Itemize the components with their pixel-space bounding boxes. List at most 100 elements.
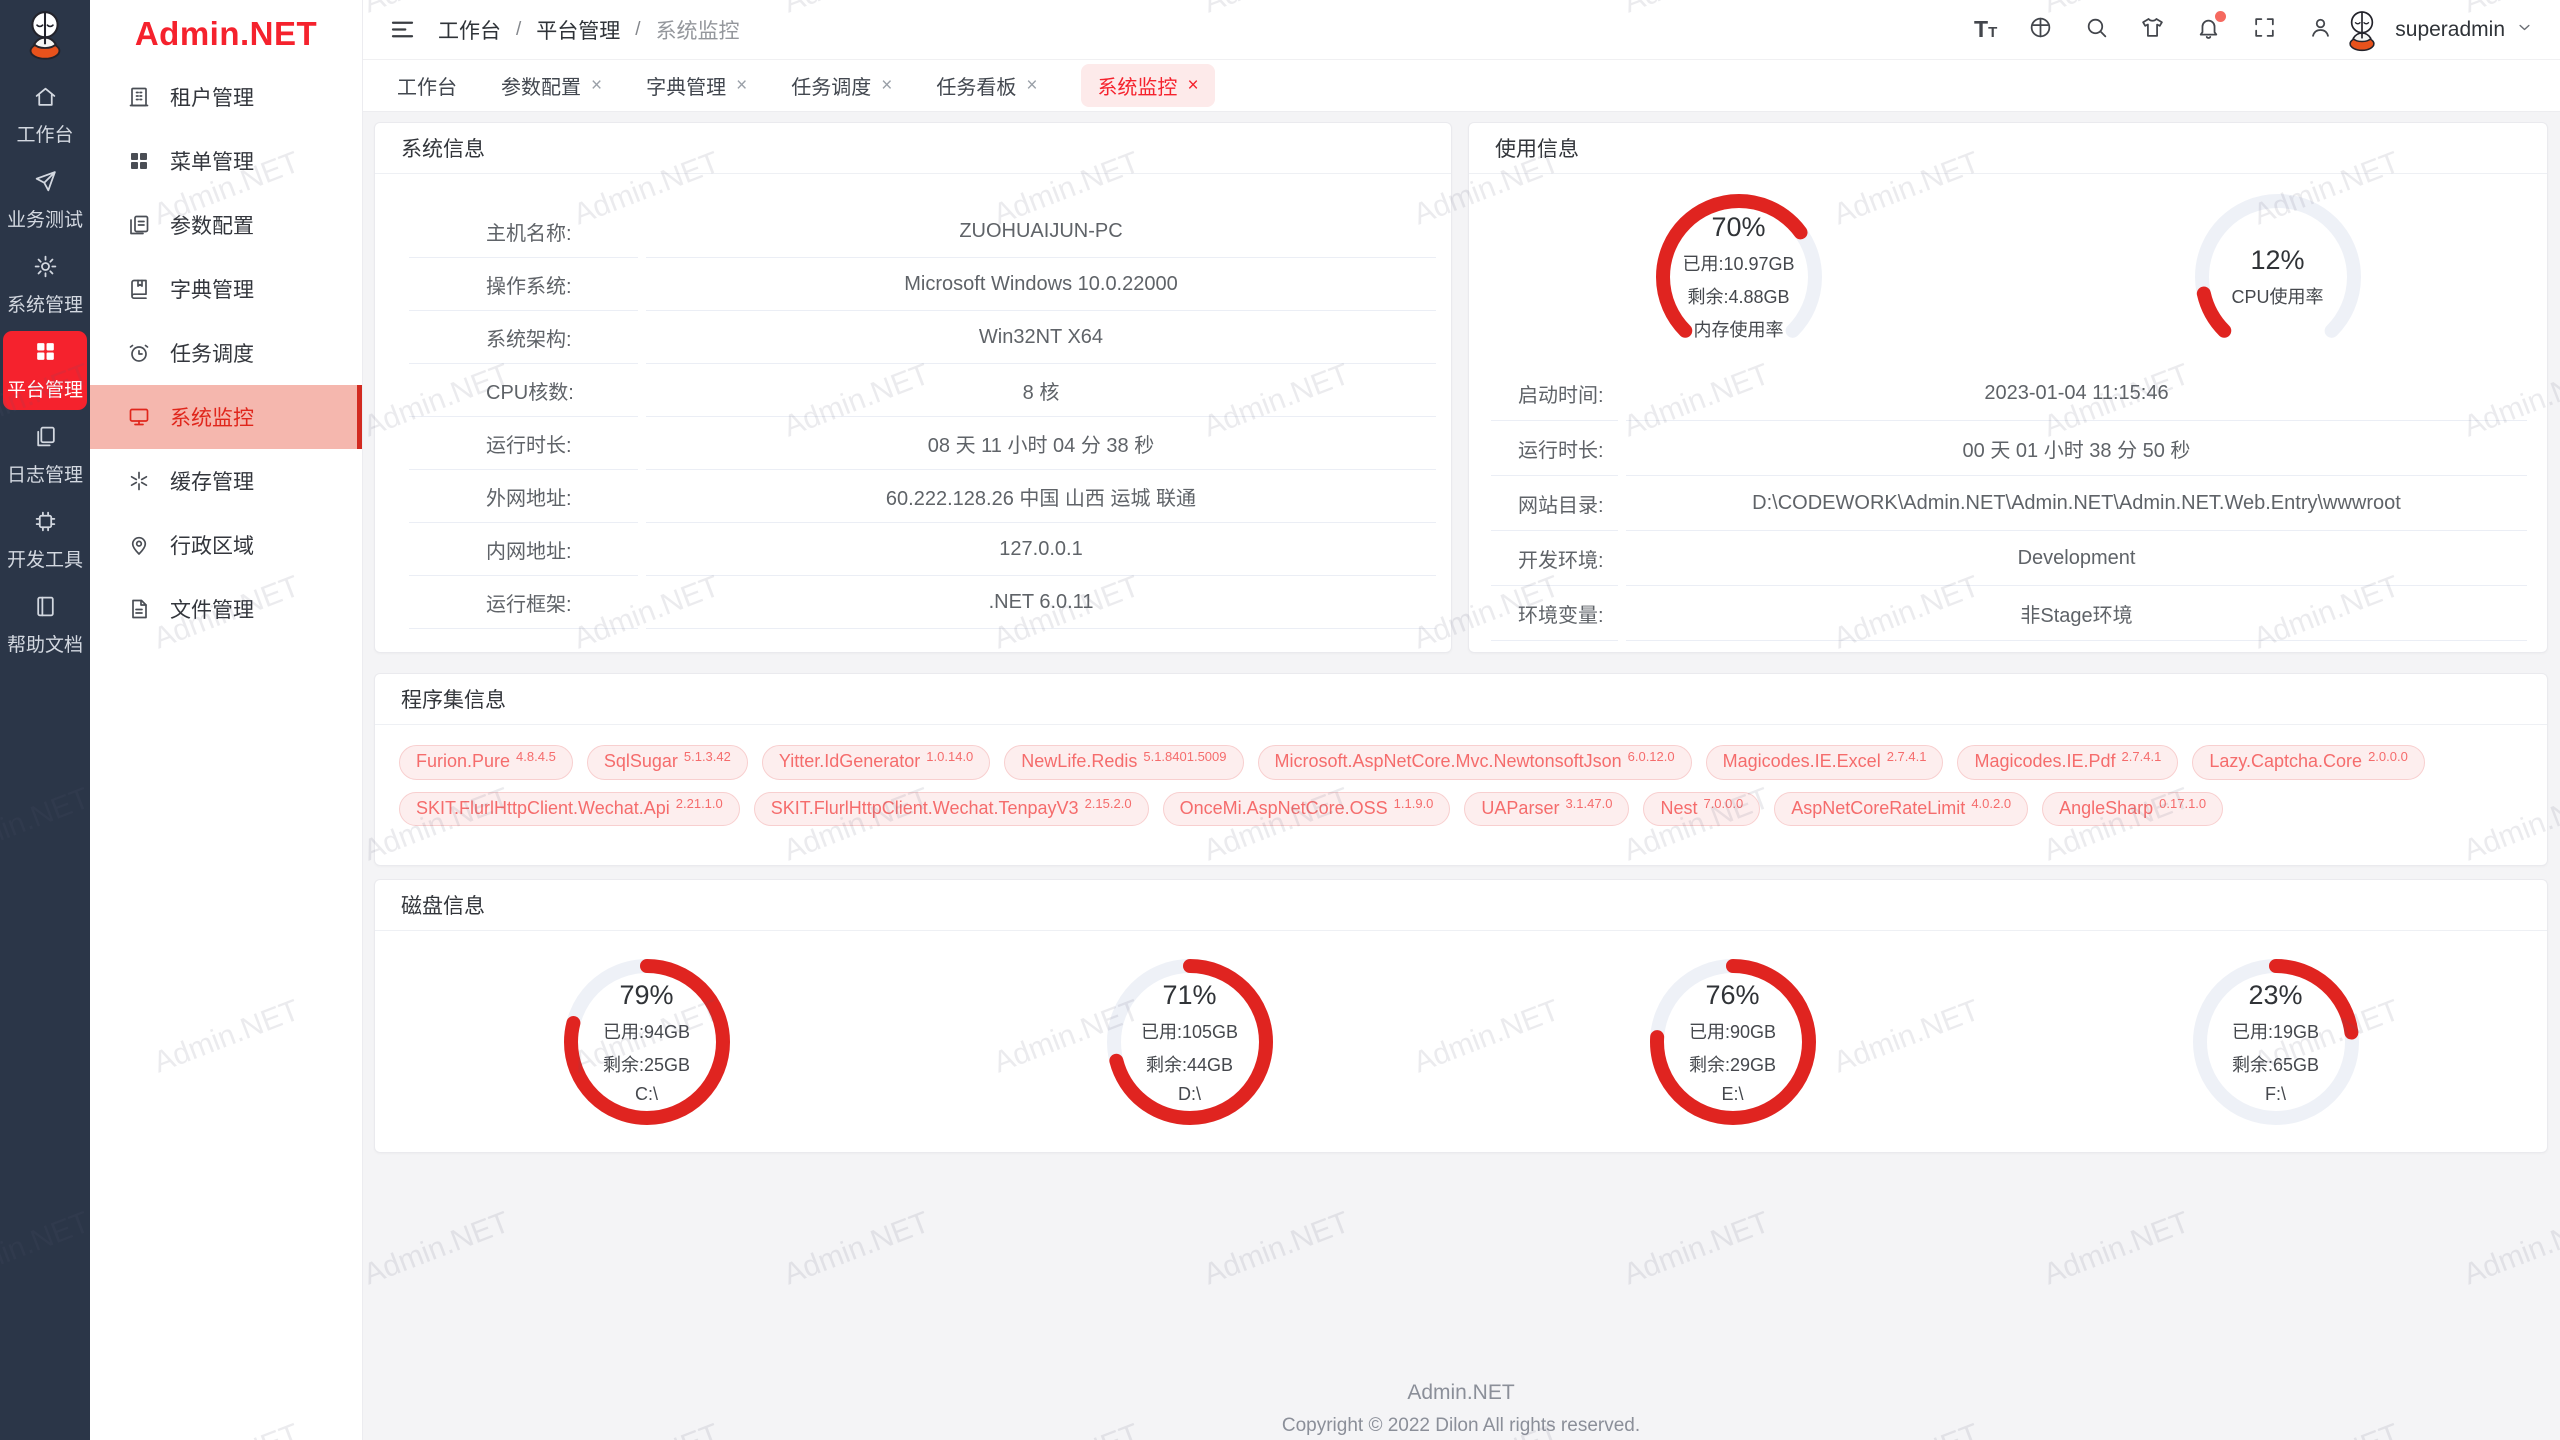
user-dropdown[interactable]: superadmin [2339,7,2534,53]
sidebar-item-tenant[interactable]: 租户管理 [90,65,362,129]
package-version: 2.15.2.0 [1085,796,1132,812]
info-label: 网站目录: [1491,476,1618,531]
package-tag: Nest 7.0.0.0 [1643,792,1760,827]
info-row: 内网地址: 127.0.0.1 [409,523,1436,576]
tab-schedule[interactable]: 任务调度 × [791,64,892,107]
config-icon [127,213,151,237]
chip-icon [33,509,58,540]
rail-item-platform-mgmt[interactable]: 平台管理 [3,331,87,410]
info-value: ZUOHUAIJUN-PC [646,205,1436,258]
home-icon [33,84,58,115]
donut-center-text: 23%已用:19GB剩余:65GBF:\ [2190,956,2362,1128]
package-version: 5.1.3.42 [684,749,731,765]
info-value: 8 核 [646,364,1436,417]
close-icon[interactable]: × [881,76,892,95]
app-root: 工作台 业务测试 系统管理 平台管理 日志管理 开发工具 帮助文档 Admin.… [0,0,2560,1440]
package-name: Nest [1660,798,1697,820]
close-icon[interactable]: × [1187,76,1198,95]
search-button[interactable] [2084,15,2109,45]
package-name: Magicodes.IE.Pdf [1974,751,2115,773]
rail-item-label: 业务测试 [7,205,83,232]
sidebar-item-label: 租户管理 [170,82,254,112]
sidebar-item-cache[interactable]: 缓存管理 [90,449,362,513]
user-avatar[interactable] [2339,7,2385,53]
package-version: 4.0.2.0 [1971,796,2011,812]
package-version: 4.8.4.5 [516,749,556,765]
info-row: 系统架构: Win32NT X64 [409,311,1436,364]
tab-label: 字典管理 [646,71,726,100]
sidebar-item-region[interactable]: 行政区域 [90,513,362,577]
sidebar-item-label: 任务调度 [170,338,254,368]
sidebar-item-file[interactable]: 文件管理 [90,577,362,641]
close-icon[interactable]: × [1026,76,1037,95]
info-value: 2023-01-04 11:15:46 [1626,366,2527,421]
rail-item-label: 开发工具 [7,545,83,572]
fullscreen-button[interactable] [2252,15,2277,45]
rail-item-dev-tools[interactable]: 开发工具 [3,501,87,580]
sidebar-item-dict[interactable]: 字典管理 [90,257,362,321]
package-name: NewLife.Redis [1021,751,1137,773]
rail-item-business-test[interactable]: 业务测试 [3,161,87,240]
sidebar-item-monitor[interactable]: 系统监控 [90,385,362,449]
info-label: 系统架构: [409,311,638,364]
tab-monitor[interactable]: 系统监控 × [1081,64,1214,107]
tab-label: 工作台 [397,71,457,100]
sidebar-item-config[interactable]: 参数配置 [90,193,362,257]
info-row: 主机名称: ZUOHUAIJUN-PC [409,205,1436,258]
card-title: 使用信息 [1469,123,2547,174]
info-value: 60.222.128.26 中国 山西 运城 联通 [646,470,1436,523]
package-tag: AspNetCoreRateLimit 4.0.2.0 [1774,792,2028,827]
profile-button[interactable] [2308,15,2333,45]
card-title: 系统信息 [375,123,1451,174]
info-row: CPU核数: 8 核 [409,364,1436,417]
rail-item-log-mgmt[interactable]: 日志管理 [3,416,87,495]
menu-collapse-icon[interactable] [389,16,416,43]
package-version: 7.0.0.0 [1703,796,1743,812]
info-value: 08 天 11 小时 04 分 38 秒 [646,417,1436,470]
close-icon[interactable]: × [736,76,747,95]
info-label: 运行时长: [1491,421,1618,476]
package-tag: SKIT.FlurlHttpClient.Wechat.Api 2.21.1.0 [399,792,740,827]
region-icon [127,533,151,557]
notification-button[interactable] [2196,15,2221,45]
info-row: 启动时间: 2023-01-04 11:15:46 [1491,366,2527,421]
sidebar-item-schedule[interactable]: 任务调度 [90,321,362,385]
rail-item-system-mgmt[interactable]: 系统管理 [3,246,87,325]
primary-rail: 工作台 业务测试 系统管理 平台管理 日志管理 开发工具 帮助文档 [0,0,90,1440]
rail-item-help-docs[interactable]: 帮助文档 [3,586,87,665]
tab-config[interactable]: 参数配置 × [501,64,602,107]
fullscreen-icon [2252,15,2277,45]
info-value: D:\CODEWORK\Admin.NET\Admin.NET\Admin.NE… [1626,476,2527,531]
close-icon[interactable]: × [591,76,602,95]
package-tag: Furion.Pure 4.8.4.5 [399,745,573,780]
breadcrumb-separator: / [516,19,521,41]
font-size-button[interactable]: TT [1974,18,1997,41]
theme-button[interactable] [2140,15,2165,45]
package-tag: Magicodes.IE.Pdf 2.7.4.1 [1957,745,2178,780]
package-tag: Microsoft.AspNetCore.Mvc.NewtonsoftJson … [1258,745,1692,780]
info-label: 操作系统: [409,258,638,311]
package-version: 0.17.1.0 [2159,796,2206,812]
package-tag: NewLife.Redis 5.1.8401.5009 [1004,745,1243,780]
tab-taskboard[interactable]: 任务看板 × [936,64,1037,107]
donut-center-text: 79%已用:94GB剩余:25GBC:\ [561,956,733,1128]
tab-workbench[interactable]: 工作台 [397,64,457,107]
breadcrumb-item[interactable]: 工作台 [438,15,501,45]
schedule-icon [127,341,151,365]
package-version: 5.1.8401.5009 [1143,749,1226,765]
sidebar-item-menu[interactable]: 菜单管理 [90,129,362,193]
breadcrumb-item[interactable]: 平台管理 [536,15,620,45]
rail-item-workbench[interactable]: 工作台 [3,76,87,155]
package-version: 6.0.12.0 [1628,749,1675,765]
info-value: 00 天 01 小时 38 分 50 秒 [1626,421,2527,476]
language-button[interactable] [2028,15,2053,45]
tab-dict[interactable]: 字典管理 × [646,64,747,107]
monitor-icon [127,405,151,429]
package-tag: OnceMi.AspNetCore.OSS 1.1.9.0 [1163,792,1451,827]
info-label: 环境变量: [1491,586,1618,641]
footer-copyright: Copyright © 2022 Dilon All rights reserv… [374,1415,2548,1437]
grid-icon [33,339,58,370]
info-label: 启动时间: [1491,366,1618,421]
package-name: Lazy.Captcha.Core [2209,751,2362,773]
info-row: 环境变量: 非Stage环境 [1491,586,2527,641]
